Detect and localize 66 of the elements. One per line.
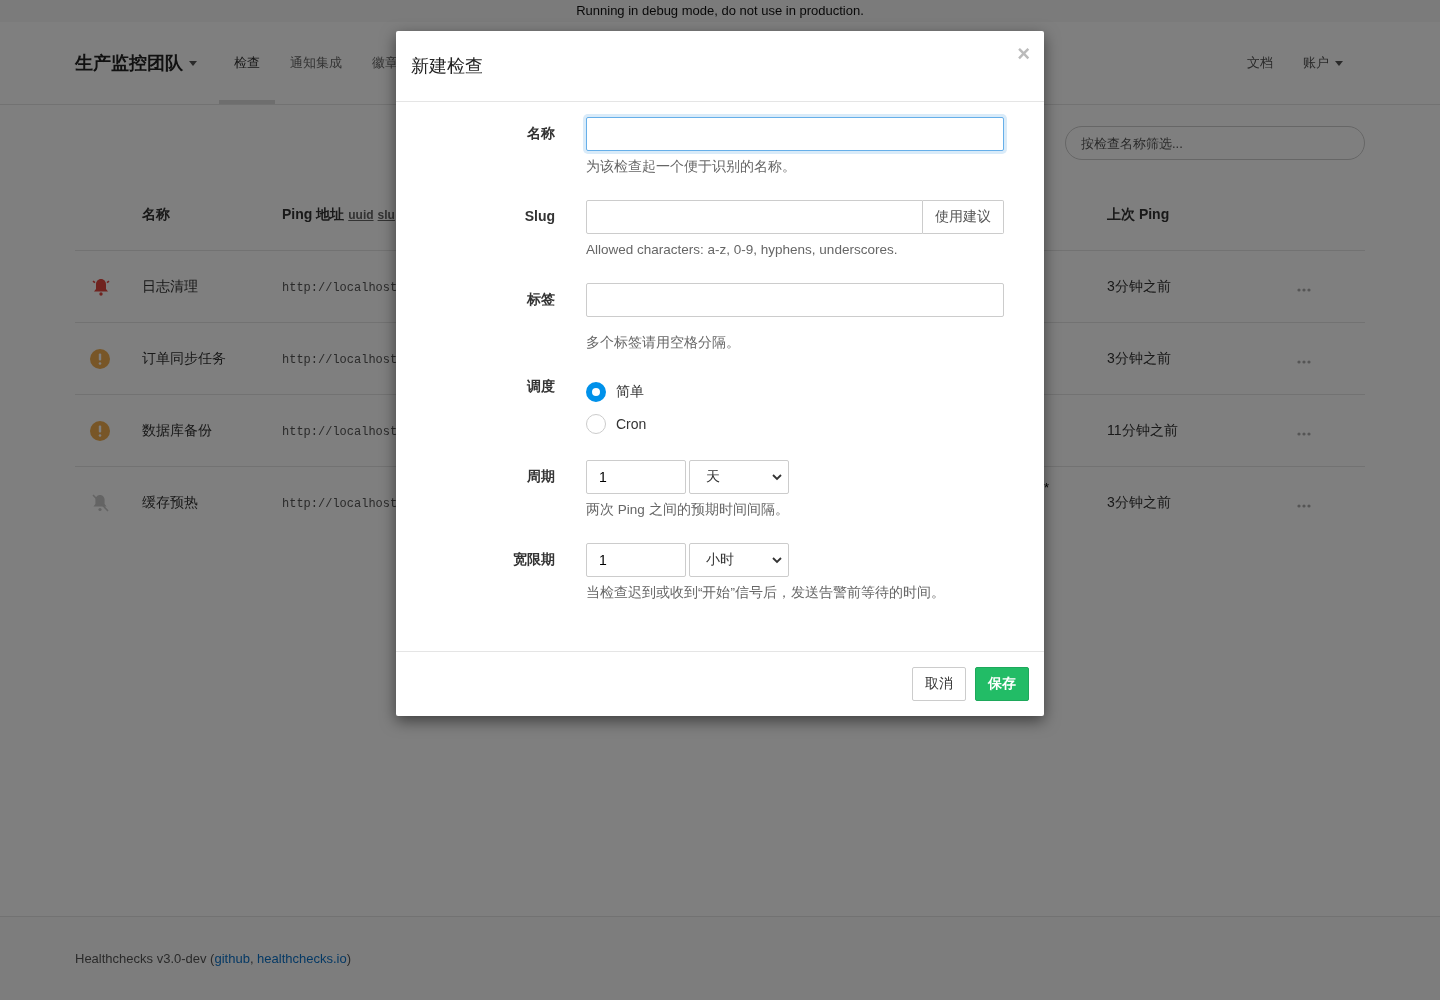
more-icon	[1297, 503, 1311, 508]
last-ping: 3分钟之前	[1107, 277, 1171, 294]
close-button[interactable]: ×	[1017, 43, 1030, 65]
chevron-icon	[772, 473, 782, 481]
check-name: 日志清理	[142, 277, 198, 294]
account-dropdown[interactable]: 账户	[1303, 54, 1343, 72]
debug-banner: Running in debug mode, do not use in production.	[0, 0, 1440, 22]
warning-icon	[90, 420, 110, 441]
suggest-button[interactable]: 使用建议	[923, 200, 1004, 234]
field-label: 名称	[526, 124, 556, 143]
team-dropdown[interactable]: 生产监控团队	[75, 22, 197, 104]
cancel-button[interactable]: 取消	[912, 667, 966, 701]
unit-dropdown[interactable]: 天	[689, 460, 789, 494]
column-toggle-link[interactable]: uuid	[348, 208, 374, 222]
ping-url: http://localhost	[282, 353, 398, 367]
warning-icon	[90, 348, 110, 369]
ping-url: http://localhost	[282, 497, 398, 511]
caret-icon	[1335, 60, 1343, 66]
unit-dropdown[interactable]: 小时	[689, 543, 789, 577]
ping-url: http://localhost	[282, 281, 398, 295]
field-label: 宽限期	[512, 550, 556, 569]
check-name: 数据库备份	[142, 421, 212, 438]
number-field[interactable]: 1	[586, 543, 686, 577]
footer-link[interactable]: healthchecks.io	[257, 951, 347, 966]
more-icon	[1297, 287, 1311, 292]
nav-link[interactable]: 文档	[1247, 54, 1273, 72]
help-text: 两次 Ping 之间的预期时间间隔。	[586, 501, 790, 519]
field-label: 周期	[526, 467, 556, 486]
footer-text: Healthchecks v3.0-dev (github, healthchecks.io)	[75, 951, 353, 966]
check-name: 缓存预热	[142, 493, 198, 510]
table-cell: *	[1044, 480, 1050, 495]
help-text: 为该检查起一个便于识别的名称。	[586, 158, 797, 176]
field-label: 调度	[525, 377, 556, 396]
nav-tab[interactable]: 检查	[219, 22, 275, 104]
radio-label: Cron	[616, 416, 647, 432]
chevron-icon	[772, 556, 782, 564]
more-icon	[1297, 359, 1311, 364]
help-text: 多个标签请用空格分隔。	[586, 334, 741, 352]
column-header: Ping 地址	[282, 206, 345, 222]
column-header: 上次 Ping	[1106, 206, 1171, 224]
filter-field[interactable]: 按检查名称筛选...	[1065, 126, 1365, 160]
number-field[interactable]: 1	[586, 460, 686, 494]
last-ping: 3分钟之前	[1107, 349, 1171, 366]
radio-label: 简单	[616, 383, 644, 401]
nav-tab[interactable]: 通知集成	[275, 22, 357, 104]
save-button[interactable]: 保存	[975, 667, 1029, 701]
muted-bell-icon	[90, 492, 110, 513]
slug-field[interactable]	[586, 200, 923, 234]
field-label: 标签	[526, 290, 556, 309]
text-field[interactable]	[586, 117, 1004, 151]
text-field[interactable]	[586, 283, 1004, 317]
radio-button[interactable]	[586, 414, 606, 434]
modal-title: 新建检查	[411, 55, 483, 78]
radio-button[interactable]	[586, 382, 606, 402]
footer-link[interactable]: github	[214, 951, 250, 966]
field-label: Slug	[523, 207, 556, 226]
column-toggle-link[interactable]: slu	[377, 208, 395, 222]
help-text: Allowed characters: a-z, 0-9, hyphens, underscores.	[586, 241, 899, 259]
caret-icon	[189, 60, 197, 66]
check-name: 订单同步任务	[142, 349, 226, 366]
help-text: 当检查迟到或收到“开始”信号后，发送告警前等待的时间。	[586, 584, 946, 602]
more-icon	[1297, 431, 1311, 436]
last-ping: 11分钟之前	[1107, 421, 1178, 438]
last-ping: 3分钟之前	[1107, 493, 1171, 510]
column-header: 名称	[141, 206, 171, 224]
ping-url: http://localhost	[282, 425, 398, 439]
